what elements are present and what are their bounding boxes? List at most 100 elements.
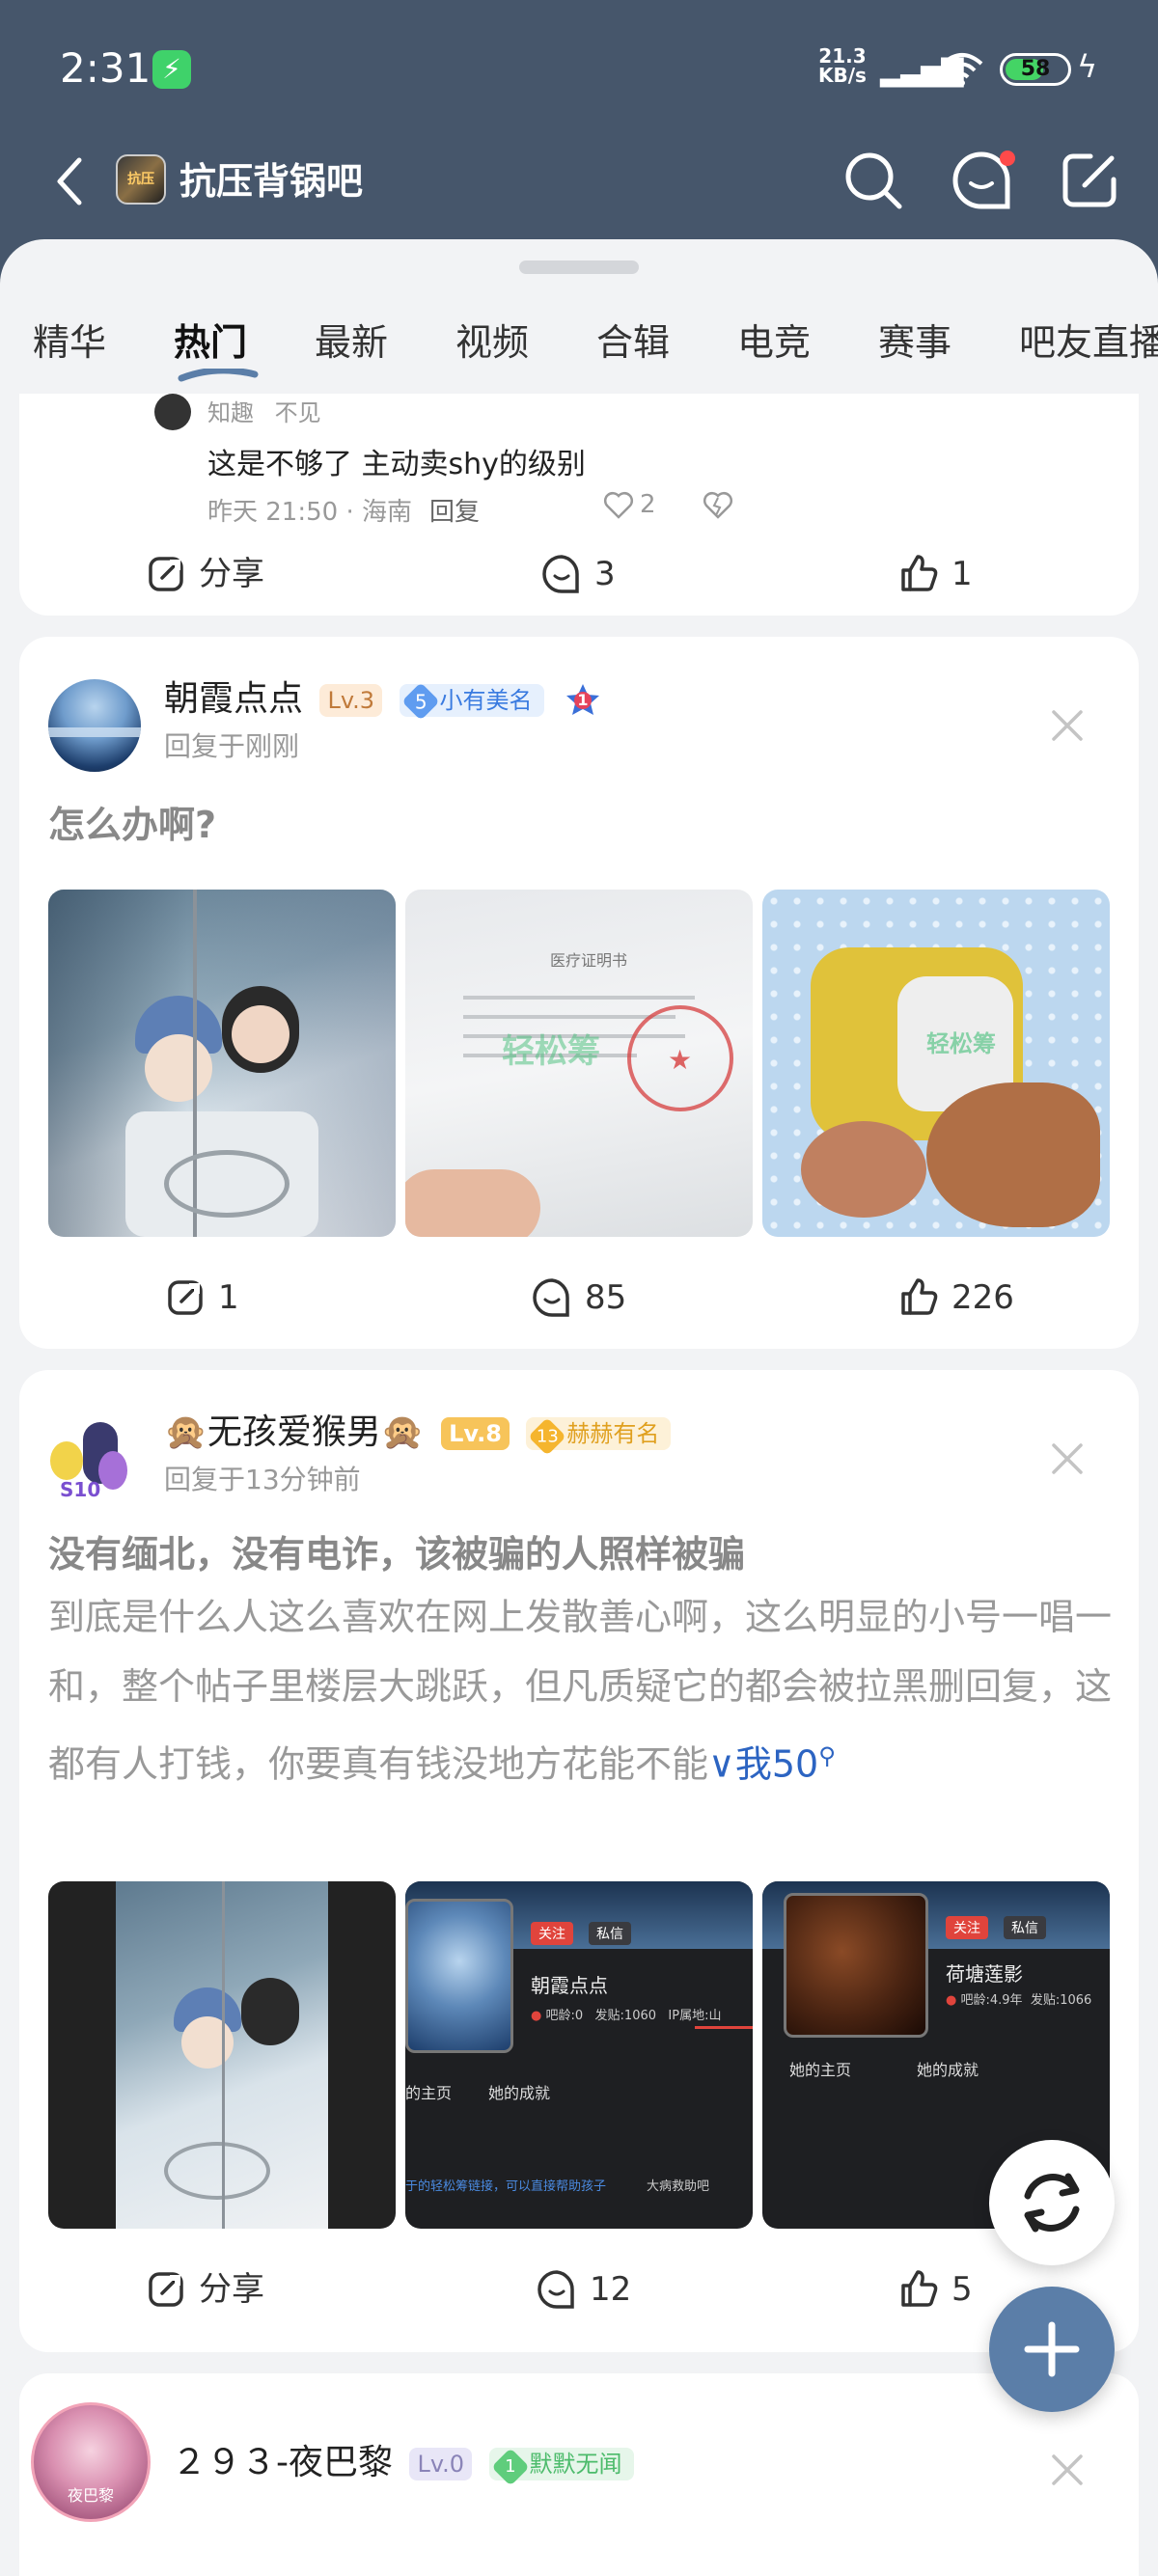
tab-saishi[interactable]: 赛事 <box>878 309 951 376</box>
battery-charging-icon: ϟ <box>1077 48 1098 85</box>
reply-text: 这是不够了 主动卖shy的级别 <box>207 448 586 481</box>
close-icon[interactable] <box>1048 1439 1087 1478</box>
share-button[interactable]: 分享 <box>145 2265 264 2314</box>
image-tab-home: 的主页 <box>405 2084 453 2102</box>
avatar[interactable] <box>48 679 141 772</box>
comment-count: 12 <box>590 2270 632 2309</box>
tab-zuixin[interactable]: 最新 <box>315 309 388 376</box>
tab-jinghua[interactable]: 精华 <box>33 309 106 376</box>
comment-button[interactable]: 85 <box>531 1274 626 1322</box>
post-card[interactable]: 朝霞点点 Lv.3 5 小有美名 1 回复于刚刚 怎么办啊? 医疗证明书 ★ 轻… <box>19 637 1139 1349</box>
tab-heji[interactable]: 合辑 <box>596 309 670 376</box>
post-author[interactable]: 🙊无孩爱猴男🙊 Lv.8 13 赫赫有名 <box>164 1409 672 1457</box>
image-ip: IP属地:山 <box>668 2009 722 2023</box>
avatar[interactable]: 夜巴黎 <box>31 2402 151 2522</box>
like-button[interactable]: 1 <box>897 550 973 598</box>
post-title[interactable]: 没有缅北，没有电诈，该被骗的人照样被骗 <box>48 1524 1110 1577</box>
rank-icon: 1 <box>565 682 601 719</box>
reply-like[interactable]: 2 <box>603 490 656 519</box>
post-card[interactable]: 夜巴黎 ２９３-夜巴黎 Lv.0 1 默默无闻 <box>19 2373 1139 2576</box>
image-footer-bar: 大病救助吧 <box>647 2179 710 2194</box>
stamp-star-icon: ★ <box>668 1044 693 1076</box>
image-watermark: 轻松筹 <box>926 1030 996 1057</box>
image-bar-age: 吧龄:4.9年 <box>960 1993 1023 2008</box>
image-footer-text: 于的轻松筹链接，可以直接帮助孩子 <box>405 2179 607 2194</box>
comment-icon <box>542 555 579 593</box>
charging-icon: ⚡ <box>152 50 191 89</box>
tab-bayou-zhibo[interactable]: 吧友直播 <box>1019 309 1158 376</box>
search-icon[interactable]: ⚲ <box>818 1742 836 1769</box>
post-author[interactable]: 朝霞点点 Lv.3 5 小有美名 1 <box>164 675 601 724</box>
share-count: 1 <box>218 1278 239 1317</box>
search-icon[interactable] <box>840 147 907 214</box>
compose-icon[interactable] <box>1056 147 1123 214</box>
category-tabs: 精华 热门 最新 视频 合辑 电竞 赛事 吧友直播 <box>0 309 1158 392</box>
tab-remen[interactable]: 热门 <box>174 309 259 382</box>
level-badge: Lv.3 <box>319 684 383 717</box>
net-speed-unit: KB/s <box>818 64 867 87</box>
close-icon[interactable] <box>1048 706 1087 745</box>
battery-icon: 58 <box>1000 53 1071 86</box>
tab-shipin[interactable]: 视频 <box>455 309 529 376</box>
post-meta: 回复于13分钟前 <box>164 1464 361 1495</box>
username: 朝霞点点 <box>164 679 304 719</box>
post-title[interactable]: 怎么办啊? <box>48 795 216 848</box>
feed-list: 知趣 不见 这是不够了 主动卖shy的级别 昨天 21:50 · 海南 回复 2… <box>0 394 1158 2576</box>
refresh-button[interactable] <box>989 2140 1115 2265</box>
post-card[interactable]: S10 🙊无孩爱猴男🙊 Lv.8 13 赫赫有名 回复于13分钟前 没有缅北，没有… <box>19 1370 1139 2352</box>
dislike-heart-icon[interactable] <box>703 490 733 526</box>
image-post-count: 发贴:1066 <box>1030 1993 1092 2008</box>
image-document-title: 医疗证明书 <box>550 951 628 970</box>
image-follow-label: 关注 <box>946 1916 988 1939</box>
post-body[interactable]: 到底是什么人这么喜欢在网上发散善心啊，这么明显的小号一唱一和，整个帖子里楼层大跳… <box>48 1582 1129 1799</box>
share-button[interactable]: 1 <box>164 1274 239 1322</box>
back-icon[interactable] <box>50 152 89 220</box>
sheet-handle[interactable] <box>519 260 639 274</box>
close-icon[interactable] <box>1048 2451 1087 2489</box>
comment-button[interactable]: 3 <box>540 550 616 598</box>
avatar[interactable]: S10 <box>41 1412 133 1505</box>
rank-number: 1 <box>577 691 589 709</box>
like-count: 1 <box>951 555 973 593</box>
expand-toggle[interactable]: ∨ <box>708 1743 735 1786</box>
post-body-text: 到底是什么人这么喜欢在网上发散善心啊，这么明显的小号一唱一和，整个帖子里楼层大跳… <box>48 1596 1113 1786</box>
image-tab-achievement: 她的成就 <box>488 2084 551 2102</box>
bar-name[interactable]: 抗压背锅吧 <box>179 154 363 208</box>
image-username: 朝霞点点 <box>531 1974 608 1997</box>
honor-badge: 1 默默无闻 <box>488 2448 634 2486</box>
like-button[interactable]: 5 <box>897 2265 973 2314</box>
post-card[interactable]: 知趣 不见 这是不够了 主动卖shy的级别 昨天 21:50 · 海南 回复 2… <box>19 394 1139 616</box>
tab-dianjing[interactable]: 电竞 <box>737 309 811 376</box>
post-image[interactable]: 医疗证明书 ★ 轻松筹 <box>405 890 753 1237</box>
like-button[interactable]: 226 <box>897 1274 1014 1322</box>
comment-button[interactable]: 12 <box>536 2265 631 2314</box>
status-bar: 2:31 ⚡ 21.3 KB/s ▂▃▅▇ 58 ϟ <box>0 0 1158 135</box>
post-image[interactable]: 轻松筹 <box>762 890 1110 1237</box>
post-image[interactable] <box>48 1881 396 2229</box>
post-author[interactable]: ２９３-夜巴黎 Lv.0 1 默默无闻 <box>172 2439 634 2487</box>
bar-logo[interactable]: 抗压 <box>116 154 166 205</box>
username: 🙊无孩爱猴男🙊 <box>164 1412 425 1452</box>
comment-icon <box>538 2270 574 2309</box>
avatar-text: 夜巴黎 <box>67 2486 114 2505</box>
post-image[interactable]: 关注 私信 朝霞点点 ● 吧龄:0 发贴:1060 IP属地:山 的主页 她的成… <box>405 1881 753 2229</box>
app-header: 抗压 抗压背锅吧 <box>0 135 1158 241</box>
post-image[interactable] <box>48 890 396 1237</box>
message-icon[interactable] <box>948 147 1015 214</box>
wifi-icon <box>941 52 983 96</box>
thumbs-up-icon <box>901 2270 938 2307</box>
tab-remen-label: 热门 <box>174 321 248 364</box>
share-icon <box>149 2272 183 2307</box>
avatar-tag: S10 <box>60 1478 101 1501</box>
username: ２９３-夜巴黎 <box>172 2443 393 2482</box>
reply-like-count: 2 <box>640 490 656 519</box>
share-button[interactable]: 分享 <box>145 550 264 598</box>
image-tab-achievement: 她的成就 <box>917 2061 979 2079</box>
reply-button[interactable]: 回复 <box>429 492 480 528</box>
share-icon <box>168 1280 203 1315</box>
honor-badge-number: 5 <box>414 689 427 713</box>
comment-count: 3 <box>594 555 616 593</box>
honor-badge: 13 赫赫有名 <box>526 1417 672 1456</box>
honor-badge-text: 赫赫有名 <box>566 1420 660 1447</box>
new-post-button[interactable] <box>989 2287 1115 2412</box>
